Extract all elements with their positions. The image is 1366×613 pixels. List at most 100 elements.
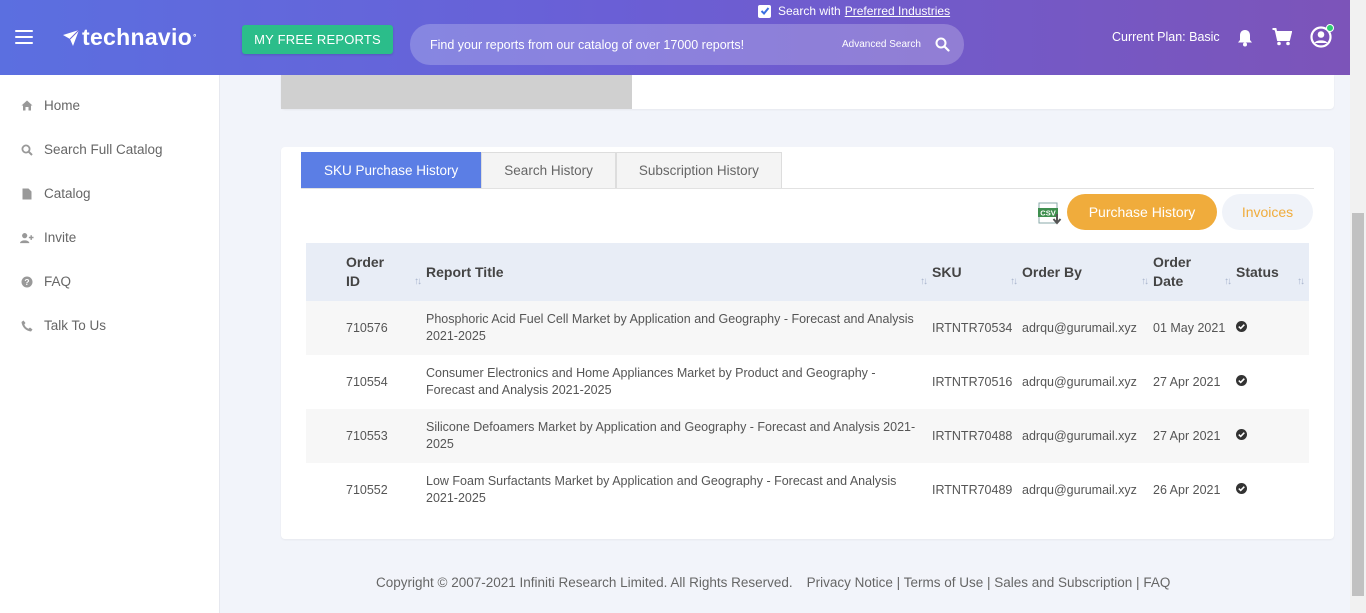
sku-cell: IRTNTR70534	[932, 320, 1013, 335]
footer-links[interactable]: Privacy Notice | Terms of Use | Sales an…	[807, 575, 1171, 590]
tab-subscription-history[interactable]: Subscription History	[615, 152, 782, 188]
sidebar-item-talk-to-us[interactable]: Talk To Us	[20, 318, 106, 333]
sku-cell: IRTNTR70489	[932, 482, 1013, 497]
check-circle-icon	[1236, 482, 1247, 494]
preferred-industries-link[interactable]: Preferred Industries	[845, 4, 950, 18]
status-cell	[1236, 463, 1309, 517]
order-date-cell: 27 Apr 2021	[1153, 428, 1221, 443]
sidebar-item-label: Talk To Us	[44, 318, 107, 333]
spacer-column	[306, 243, 346, 301]
status-cell	[1236, 355, 1309, 409]
check-circle-icon	[1236, 428, 1247, 440]
column-label: SKU	[932, 263, 962, 280]
order-date-cell: 26 Apr 2021	[1153, 482, 1221, 497]
csv-download-icon[interactable]: CSV	[1038, 200, 1063, 231]
order-date-cell: 27 Apr 2021	[1153, 374, 1221, 389]
user-plus-icon	[20, 231, 34, 245]
table-row: 710576 Phosphoric Acid Fuel Cell Market …	[306, 301, 1309, 355]
sort-icon[interactable]: ↑↓	[920, 272, 928, 291]
column-sku[interactable]: SKU ↑↓	[932, 243, 1022, 301]
sku-cell: IRTNTR70488	[932, 428, 1013, 443]
report-title-cell[interactable]: Silicone Defoamers Market by Application…	[426, 409, 932, 463]
order-id-cell: 710552	[346, 482, 388, 497]
phone-icon	[20, 319, 34, 333]
column-order-by[interactable]: Order By ↑↓	[1022, 243, 1153, 301]
online-status-dot	[1326, 24, 1334, 32]
sidebar-item-invite[interactable]: Invite	[20, 230, 76, 245]
order-by-cell: adrqu@gurumail.xyz	[1022, 482, 1137, 497]
sidebar-item-search-catalog[interactable]: Search Full Catalog	[20, 142, 163, 157]
check-circle-icon	[1236, 320, 1247, 332]
sidebar-item-label: FAQ	[44, 274, 72, 289]
catalog-search-input[interactable]: Find your reports from our catalog of ov…	[410, 24, 964, 65]
column-order-date[interactable]: Order Date ↑↓	[1153, 243, 1236, 301]
table-row: 710554 Consumer Electronics and Home App…	[306, 355, 1309, 409]
copyright-text: Copyright © 2007-2021 Infiniti Research …	[376, 575, 793, 590]
my-free-reports-button[interactable]: MY FREE REPORTS	[242, 25, 393, 54]
status-cell	[1236, 409, 1309, 463]
sidebar-item-faq[interactable]: ? FAQ	[20, 274, 71, 289]
search-placeholder: Find your reports from our catalog of ov…	[430, 38, 745, 52]
history-card: SKU Purchase History Search History Subs…	[281, 147, 1334, 539]
sidebar-item-home[interactable]: Home	[20, 98, 80, 113]
order-by-cell: adrqu@gurumail.xyz	[1022, 428, 1137, 443]
history-tabs: SKU Purchase History Search History Subs…	[301, 152, 782, 188]
cart-icon[interactable]	[1272, 28, 1293, 51]
search-icon[interactable]	[935, 37, 950, 57]
logo-text: technavio	[82, 24, 193, 50]
bell-icon[interactable]	[1237, 29, 1253, 52]
report-preview-card	[281, 75, 1334, 109]
report-title-cell[interactable]: Consumer Electronics and Home Appliances…	[426, 355, 932, 409]
scrollbar-thumb[interactable]	[1352, 213, 1364, 596]
column-label: Order By	[1022, 263, 1082, 280]
report-thumbnail-placeholder	[281, 75, 632, 109]
purchase-history-button[interactable]: Purchase History	[1067, 194, 1217, 230]
table-header-row: Order ID ↑↓ Report Title ↑↓ SKU ↑↓ Order By…	[306, 243, 1309, 301]
report-title-cell[interactable]: Low Foam Surfactants Market by Applicati…	[426, 463, 932, 517]
order-id-cell: 710554	[346, 374, 388, 389]
sort-icon[interactable]: ↑↓	[1141, 272, 1149, 291]
sort-icon[interactable]: ↑↓	[1224, 272, 1232, 291]
tab-search-history[interactable]: Search History	[481, 152, 616, 188]
column-status[interactable]: Status ↑↓	[1236, 243, 1309, 301]
preferred-prefix: Search with	[778, 4, 841, 18]
column-report-title[interactable]: Report Title ↑↓	[426, 243, 932, 301]
sort-icon[interactable]: ↑↓	[1010, 272, 1018, 291]
page-scrollbar[interactable]	[1350, 0, 1366, 613]
preferred-checkbox[interactable]	[758, 4, 771, 18]
advanced-search-link[interactable]: Advanced Search	[842, 39, 921, 50]
sidebar: Home Search Full Catalog Catalog Invite …	[0, 75, 220, 613]
file-icon	[20, 187, 34, 201]
order-by-cell: adrqu@gurumail.xyz	[1022, 374, 1137, 389]
column-label: Order ID	[346, 254, 385, 289]
column-label: Status	[1236, 263, 1279, 280]
status-cell	[1236, 301, 1309, 355]
sidebar-item-catalog[interactable]: Catalog	[20, 186, 91, 201]
technavio-logo[interactable]: technavio °	[62, 24, 197, 51]
question-icon: ?	[20, 275, 34, 289]
tab-sku-purchase-history[interactable]: SKU Purchase History	[301, 152, 482, 188]
report-title-cell[interactable]: Phosphoric Acid Fuel Cell Market by Appl…	[426, 301, 932, 355]
order-date-cell: 01 May 2021	[1153, 320, 1226, 335]
sort-icon[interactable]: ↑↓	[1297, 272, 1305, 291]
tabs-divider	[301, 188, 1314, 189]
purchase-history-table: Order ID ↑↓ Report Title ↑↓ SKU ↑↓ Order By…	[306, 243, 1309, 517]
svg-text:?: ?	[24, 277, 29, 287]
home-icon	[20, 99, 34, 113]
sort-icon[interactable]: ↑↓	[414, 272, 422, 291]
sku-cell: IRTNTR70516	[932, 374, 1013, 389]
table-row: 710552 Low Foam Surfactants Market by Ap…	[306, 463, 1309, 517]
column-label: Order Date	[1153, 254, 1192, 289]
page-footer: Copyright © 2007-2021 Infiniti Research …	[376, 575, 1170, 590]
top-header: technavio ° MY FREE REPORTS Search with P…	[0, 0, 1350, 75]
sidebar-item-label: Home	[44, 98, 81, 113]
column-order-id[interactable]: Order ID ↑↓	[346, 243, 426, 301]
table-row: 710553 Silicone Defoamers Market by Appl…	[306, 409, 1309, 463]
check-circle-icon	[1236, 374, 1247, 386]
paper-plane-icon	[63, 29, 80, 46]
checkmark-icon	[760, 7, 769, 15]
hamburger-menu-icon[interactable]	[15, 30, 33, 44]
preferred-industries-toggle[interactable]: Search with Preferred Industries	[758, 4, 950, 18]
invoices-button[interactable]: Invoices	[1222, 194, 1313, 230]
user-account-icon[interactable]	[1310, 24, 1334, 53]
